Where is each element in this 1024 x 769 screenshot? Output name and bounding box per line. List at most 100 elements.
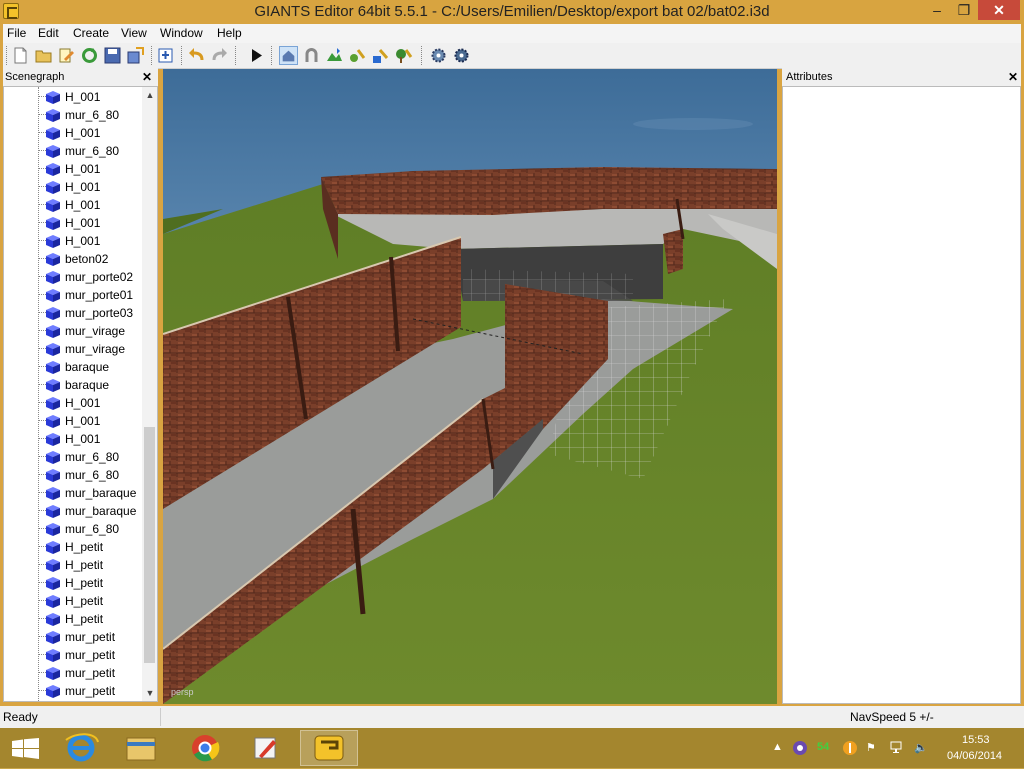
minimize-button[interactable]: – bbox=[924, 0, 950, 20]
tree-node[interactable]: mur_petit bbox=[4, 628, 142, 646]
giants-editor-icon[interactable] bbox=[300, 730, 358, 766]
tree-node[interactable]: H_001 bbox=[4, 124, 142, 142]
scene-render bbox=[163, 69, 777, 704]
redo-icon[interactable] bbox=[210, 46, 229, 65]
foliage-paint-icon[interactable] bbox=[348, 46, 367, 65]
scroll-down-icon[interactable]: ▼ bbox=[142, 685, 157, 701]
menu-view[interactable]: View bbox=[121, 26, 147, 40]
tree-connector bbox=[38, 402, 46, 403]
advanced-settings-icon[interactable] bbox=[452, 46, 471, 65]
tree-node[interactable]: H_001 bbox=[4, 214, 142, 232]
tree-node[interactable]: mur_virage bbox=[4, 322, 142, 340]
scenegraph-scrollbar[interactable]: ▲ ▼ bbox=[142, 87, 157, 701]
edit-icon[interactable] bbox=[57, 46, 76, 65]
scenegraph-close-icon[interactable]: ✕ bbox=[142, 68, 152, 86]
3d-viewport[interactable]: persp bbox=[163, 69, 777, 704]
tree-node[interactable]: mur_petit bbox=[4, 664, 142, 682]
tree-node[interactable]: mur_petit bbox=[4, 682, 142, 700]
settings-gear-icon[interactable] bbox=[429, 46, 448, 65]
tree-node[interactable]: mur_6_80 bbox=[4, 448, 142, 466]
refresh-icon[interactable] bbox=[80, 46, 99, 65]
tree-node[interactable]: mur_petit bbox=[4, 646, 142, 664]
tree-node[interactable]: mur_baraque bbox=[4, 484, 142, 502]
terrain-paint-icon[interactable] bbox=[325, 46, 344, 65]
show-hidden-icons-icon[interactable]: ▲ bbox=[772, 741, 783, 753]
tree-node[interactable]: mur_porte01 bbox=[4, 286, 142, 304]
save-icon[interactable] bbox=[103, 46, 122, 65]
tree-node[interactable]: mur_baraque bbox=[4, 502, 142, 520]
toolbar-separator bbox=[151, 46, 154, 65]
cube-icon bbox=[46, 505, 60, 518]
camera-label: persp bbox=[171, 687, 194, 697]
tree-node[interactable]: mur_6_80 bbox=[4, 106, 142, 124]
toolbar-separator bbox=[271, 46, 274, 65]
tree-node-label: H_petit bbox=[65, 612, 104, 626]
tree-node-label: H_petit bbox=[65, 558, 104, 572]
action-center-flag-icon[interactable]: ⚑ bbox=[866, 741, 876, 754]
open-folder-icon[interactable] bbox=[34, 46, 53, 65]
tree-node[interactable]: mur_6_80 bbox=[4, 142, 142, 160]
tree-node[interactable]: H_petit bbox=[4, 538, 142, 556]
tree-node-label: mur_6_80 bbox=[65, 144, 120, 158]
file-explorer-icon[interactable] bbox=[112, 730, 170, 766]
tree-node[interactable]: H_001 bbox=[4, 394, 142, 412]
tree-node[interactable]: H_001 bbox=[4, 160, 142, 178]
tray-app-icon[interactable] bbox=[792, 740, 808, 756]
scroll-up-icon[interactable]: ▲ bbox=[142, 87, 157, 103]
tree-node[interactable]: H_001 bbox=[4, 88, 142, 106]
tree-node[interactable]: beton02 bbox=[4, 250, 142, 268]
tree-node[interactable]: baraque bbox=[4, 376, 142, 394]
attributes-panel[interactable] bbox=[782, 86, 1021, 704]
tree-node[interactable]: H_petit bbox=[4, 592, 142, 610]
scrollbar-thumb[interactable] bbox=[144, 427, 155, 663]
taskbar: ▲ 54 ⚑ 🔈 15:53 04/06/2014 bbox=[0, 728, 1024, 768]
home-view-icon[interactable] bbox=[279, 46, 298, 65]
title-bar[interactable]: GIANTS Editor 64bit 5.5.1 - C:/Users/Emi… bbox=[0, 0, 1024, 24]
network-icon[interactable] bbox=[890, 740, 906, 756]
internet-explorer-icon[interactable] bbox=[52, 730, 110, 766]
clock-time[interactable]: 15:53 bbox=[962, 734, 990, 746]
clock-date[interactable]: 04/06/2014 bbox=[947, 750, 1002, 762]
tree-paint-icon[interactable] bbox=[394, 46, 413, 65]
tray-status-icon[interactable] bbox=[842, 740, 858, 756]
new-file-icon[interactable] bbox=[11, 46, 30, 65]
scenegraph-tree[interactable]: H_001 mur_6_80 H_001 mur_6_80 H_001 H_001 H_00… bbox=[3, 86, 158, 702]
tree-node[interactable]: H_petit bbox=[4, 610, 142, 628]
tree-node-label: mur_porte01 bbox=[65, 288, 134, 302]
cube-icon bbox=[46, 325, 60, 338]
tree-node[interactable]: mur_6_80 bbox=[4, 520, 142, 538]
play-icon[interactable] bbox=[247, 46, 266, 65]
windows-start-icon[interactable] bbox=[12, 738, 39, 759]
tree-node[interactable]: H_001 bbox=[4, 412, 142, 430]
tree-node[interactable]: H_001 bbox=[4, 178, 142, 196]
menu-edit[interactable]: Edit bbox=[38, 26, 59, 40]
menu-create[interactable]: Create bbox=[73, 26, 109, 40]
undo-icon[interactable] bbox=[187, 46, 206, 65]
menu-window[interactable]: Window bbox=[160, 26, 203, 40]
tree-node[interactable]: H_001 bbox=[4, 430, 142, 448]
tree-connector bbox=[38, 114, 46, 115]
tree-node[interactable]: H_petit bbox=[4, 556, 142, 574]
close-button[interactable]: ✕ bbox=[978, 0, 1020, 20]
tree-node[interactable]: mur_porte03 bbox=[4, 304, 142, 322]
tree-node[interactable]: mur_6_80 bbox=[4, 466, 142, 484]
tree-node-label: baraque bbox=[65, 360, 110, 374]
tree-node[interactable]: H_petit bbox=[4, 574, 142, 592]
paint-icon[interactable] bbox=[237, 730, 295, 766]
restore-button[interactable]: ❐ bbox=[951, 0, 977, 20]
tree-node[interactable]: H_001 bbox=[4, 196, 142, 214]
volume-icon[interactable]: 🔈 bbox=[914, 741, 928, 754]
menu-help[interactable]: Help bbox=[217, 26, 242, 40]
tree-node[interactable]: mur_porte02 bbox=[4, 268, 142, 286]
chrome-icon[interactable] bbox=[176, 730, 234, 766]
tray-counter[interactable]: 54 bbox=[817, 741, 829, 753]
tree-node[interactable]: H_001 bbox=[4, 232, 142, 250]
texture-paint-icon[interactable] bbox=[371, 46, 390, 65]
menu-file[interactable]: File bbox=[7, 26, 26, 40]
tree-node[interactable]: mur_virage bbox=[4, 340, 142, 358]
import-icon[interactable] bbox=[156, 46, 175, 65]
magnet-icon[interactable] bbox=[302, 46, 321, 65]
export-icon[interactable] bbox=[126, 46, 145, 65]
attributes-close-icon[interactable]: ✕ bbox=[1008, 68, 1018, 86]
tree-node[interactable]: baraque bbox=[4, 358, 142, 376]
